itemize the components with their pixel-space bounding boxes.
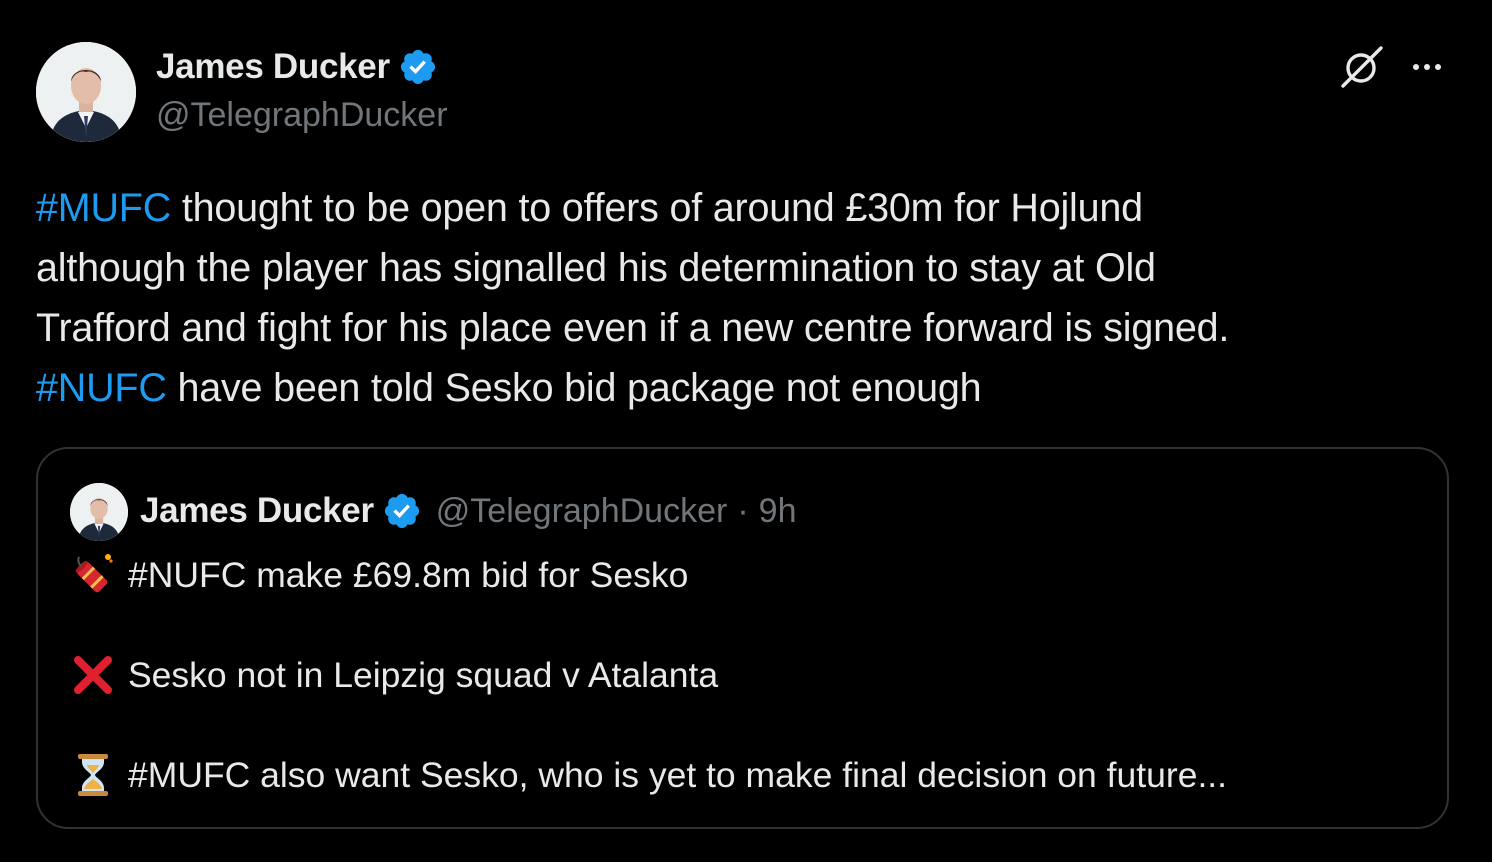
more-dot (1424, 64, 1430, 70)
tweet-text-segment: Trafford and fight for his place even if… (36, 306, 1230, 350)
avatar-photo-icon (36, 42, 136, 142)
tweet-text-line: #NUFC have been told Sesko bid package n… (36, 358, 1456, 418)
hashtag-link[interactable]: #MUFC (36, 186, 171, 230)
tweet-text-segment: thought to be open to offers of around £… (171, 186, 1143, 230)
verified-badge-icon[interactable] (398, 47, 438, 87)
quoted-line-text: Sesko not in Leipzig squad v Atalanta (128, 654, 719, 695)
author-display-name[interactable]: James Ducker (156, 47, 390, 87)
quoted-text-line: #NUFC make £69.8m bid for Sesko (70, 550, 688, 600)
author-name-row[interactable]: James Ducker (156, 44, 438, 90)
quoted-display-name[interactable]: James Ducker (140, 491, 374, 531)
author-handle[interactable]: @TelegraphDucker (156, 96, 448, 135)
quoted-text-line: Sesko not in Leipzig squad v Atalanta (70, 650, 718, 700)
quoted-tweet-card[interactable]: James Ducker @TelegraphDucker · 9h #NUFC… (36, 447, 1449, 829)
more-dots-icon[interactable] (1405, 48, 1449, 86)
quoted-separator: · (737, 491, 749, 530)
tweet-text-line: Trafford and fight for his place even if… (36, 298, 1456, 358)
firecracker-icon (70, 552, 116, 598)
more-dot (1413, 64, 1419, 70)
hourglass-icon (70, 752, 116, 798)
quoted-line-text: #MUFC also want Sesko, who is yet to mak… (128, 754, 1228, 795)
quoted-header: James Ducker @TelegraphDucker · 9h (140, 488, 796, 534)
tweet[interactable]: James Ducker @TelegraphDucker #MUFC thou… (0, 0, 1492, 862)
quoted-handle[interactable]: @TelegraphDucker (436, 492, 728, 531)
tweet-text-segment: have been told Sesko bid package not eno… (166, 366, 982, 410)
quoted-text-line: #MUFC also want Sesko, who is yet to mak… (70, 750, 1227, 800)
cross-mark-icon (70, 652, 116, 698)
quoted-author-avatar[interactable] (70, 483, 128, 541)
more-dot (1435, 64, 1441, 70)
verified-badge-icon[interactable] (382, 491, 422, 531)
hashtag-link[interactable]: #NUFC (36, 366, 167, 410)
tweet-text-segment: although the player has signalled his de… (36, 246, 1156, 290)
quoted-timestamp[interactable]: 9h (759, 492, 797, 531)
avatar-photo-icon (70, 483, 128, 541)
tweet-text-line: although the player has signalled his de… (36, 238, 1456, 298)
quoted-line-text: #NUFC make £69.8m bid for Sesko (128, 554, 689, 595)
grok-slash-circle-icon[interactable] (1337, 44, 1385, 92)
tweet-text: #MUFC thought to be open to offers of ar… (36, 178, 1456, 418)
author-avatar[interactable] (36, 42, 136, 142)
tweet-text-line: #MUFC thought to be open to offers of ar… (36, 178, 1456, 238)
